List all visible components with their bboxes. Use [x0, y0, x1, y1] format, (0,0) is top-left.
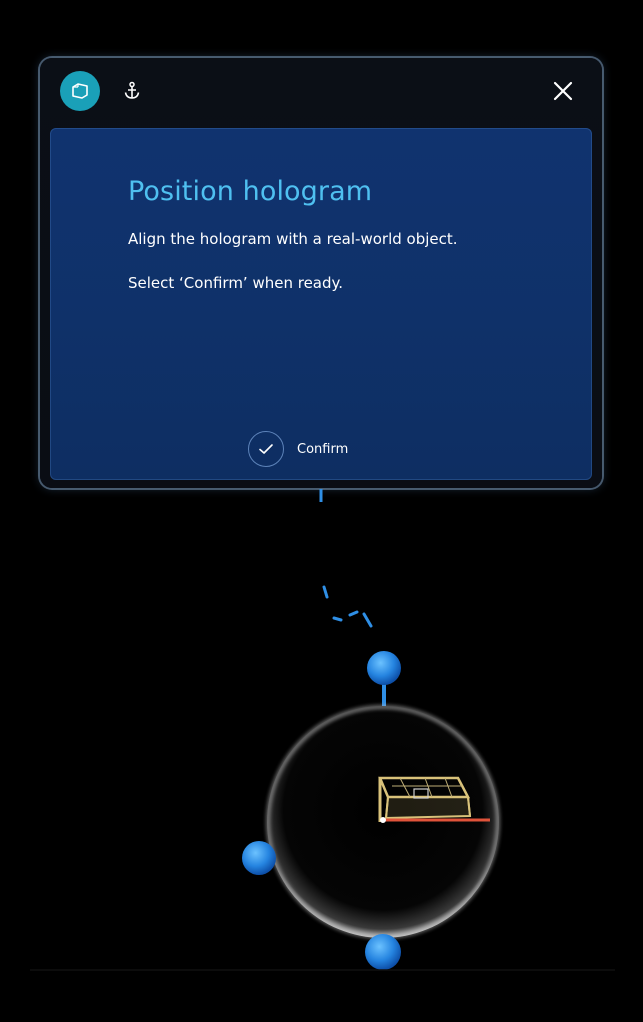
mixed-reality-view: Position hologram Align the hologram wit… — [0, 0, 643, 1022]
confirm-label: Confirm — [297, 441, 349, 457]
bounding-sphere-rim — [266, 705, 500, 939]
rotation-arc — [322, 585, 373, 628]
anchor-icon[interactable] — [120, 78, 144, 104]
close-button[interactable] — [548, 76, 578, 106]
dialog-titlebar — [40, 58, 602, 126]
dialog-hint: Select ‘Confirm’ when ready. — [128, 274, 344, 292]
checkmark-icon — [248, 431, 284, 467]
confirm-button[interactable]: Confirm — [248, 429, 348, 469]
dialog-instruction: Align the hologram with a real-world obj… — [128, 230, 458, 248]
hologram-cube-icon[interactable] — [60, 71, 100, 111]
close-icon — [553, 81, 573, 101]
gantry-model-hologram — [378, 776, 490, 823]
position-hologram-dialog: Position hologram Align the hologram wit… — [40, 58, 602, 488]
scale-handle-left[interactable] — [242, 841, 276, 875]
dialog-title: Position hologram — [128, 176, 373, 207]
bounding-sphere — [267, 706, 499, 938]
move-handle-bottom[interactable] — [365, 934, 401, 970]
rotate-handle[interactable] — [367, 651, 401, 685]
